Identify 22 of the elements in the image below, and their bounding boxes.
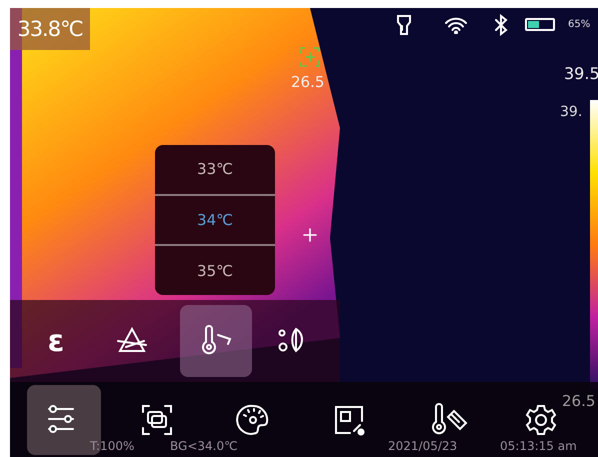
status-text: BG<34.0℃	[170, 439, 238, 453]
emissivity-button[interactable]: ε	[20, 305, 92, 377]
scale-max-label: 39.5	[564, 64, 598, 83]
scale-min-label: 26.5	[562, 392, 596, 410]
temperature-option[interactable]: 33℃	[155, 145, 275, 196]
temperature-picker[interactable]: 33℃ 34℃ 35℃	[155, 145, 275, 295]
flashlight-icon	[396, 14, 412, 36]
temperature-option[interactable]: 35℃	[155, 246, 275, 296]
crosshair-icon	[303, 228, 317, 242]
status-text: T:100%	[90, 439, 134, 453]
temperature-reading: 26.5	[291, 73, 324, 91]
submenu-button[interactable]	[180, 305, 252, 377]
battery-icon	[525, 18, 555, 31]
battery-percentage: 65%	[568, 19, 590, 30]
status-text: 2021/05/23	[388, 439, 458, 453]
scale-value-label: 39.	[560, 104, 584, 120]
spot-temperature: 33.8℃	[10, 8, 90, 50]
wifi-icon	[444, 16, 468, 34]
status-text: 05:13:15 am	[500, 439, 577, 453]
target-icon	[299, 46, 321, 68]
bluetooth-icon	[494, 14, 508, 36]
temperature-option[interactable]: 34℃	[155, 196, 275, 246]
